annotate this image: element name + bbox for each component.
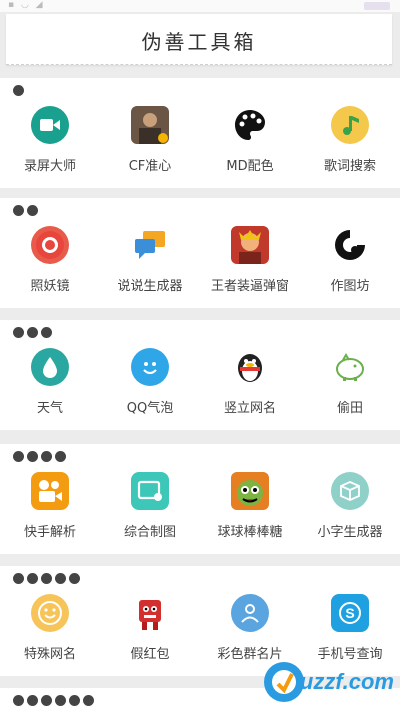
tool-label: MD配色: [226, 159, 274, 174]
skype-icon: S: [331, 594, 369, 632]
logo-text: uzzf.com: [299, 669, 394, 694]
tool-label: 竖立网名: [223, 401, 276, 416]
tool-label: 王者装逼弹窗: [210, 279, 289, 294]
tool-weather[interactable]: 天气: [0, 348, 100, 416]
uzzf-logo-icon: [263, 662, 304, 702]
tool-label: 作图坊: [330, 279, 370, 294]
section-dots: [13, 451, 66, 462]
tool-qq-bubble[interactable]: QQ气泡: [100, 348, 200, 416]
tool-ball-lollipop[interactable]: 球球棒棒糖: [200, 472, 300, 540]
tool-label: 手机号查询: [317, 647, 383, 662]
page-title: 伪善工具箱: [141, 30, 257, 54]
ball-game-icon: [231, 472, 269, 510]
tool-fake-red-packet[interactable]: 假红包: [100, 594, 200, 662]
section-dots: [13, 205, 38, 216]
tool-label: 说说生成器: [117, 279, 183, 294]
app-header: 伪善工具箱: [6, 14, 392, 65]
tool-special-nickname[interactable]: 特殊网名: [0, 594, 100, 662]
tool-composite-drawing[interactable]: 综合制图: [100, 472, 200, 540]
tool-label: 特殊网名: [23, 647, 76, 662]
red-robot-icon: [131, 594, 169, 632]
tool-cf-crosshair[interactable]: CF准心: [100, 106, 200, 174]
king-glory-icon: [231, 226, 269, 264]
tool-status-generator[interactable]: 说说生成器: [100, 226, 200, 294]
section-dots: [13, 573, 80, 584]
video-camera-icon: [31, 106, 69, 144]
tool-label: 照妖镜: [30, 279, 70, 294]
penguin-icon: [231, 348, 269, 386]
section-dots: [13, 327, 52, 338]
tool-lyrics-search[interactable]: 歌词搜索: [300, 106, 400, 174]
tool-label: QQ气泡: [126, 401, 174, 416]
smile-bubble-icon: [131, 348, 169, 386]
chrome-lens-icon: [31, 226, 69, 264]
music-note-icon: [331, 106, 369, 144]
svg-text:S: S: [345, 605, 354, 621]
piggy-icon: [331, 348, 369, 386]
status-bar-text: ▪ ◡ ◢: [8, 0, 45, 10]
tool-label: 彩色群名片: [217, 647, 283, 662]
tool-section-3: 天气 QQ气泡 竖立网名 偷田: [0, 320, 400, 430]
tool-screen-recorder[interactable]: 录屏大师: [0, 106, 100, 174]
tool-king-popup[interactable]: 王者装逼弹窗: [200, 226, 300, 294]
tool-label: 歌词搜索: [323, 159, 376, 174]
tool-vertical-nickname[interactable]: 竖立网名: [200, 348, 300, 416]
tool-color-group-card[interactable]: 彩色群名片: [200, 594, 300, 662]
user-card-icon: [231, 594, 269, 632]
palette-icon: [231, 106, 269, 144]
tool-label: 录屏大师: [23, 159, 76, 174]
tool-section-2: 照妖镜 说说生成器 王者装逼弹窗 作图坊: [0, 198, 400, 308]
tool-label: 假红包: [130, 647, 170, 662]
tool-section-5: 特殊网名 假红包 彩色群名片 S 手机号查询: [0, 566, 400, 676]
status-bar: ▪ ◡ ◢: [0, 0, 400, 12]
tool-label: 天气: [36, 401, 63, 416]
cube-icon: [331, 472, 369, 510]
cf-game-icon: [131, 106, 169, 144]
tool-kuaishou-parse[interactable]: 快手解析: [0, 472, 100, 540]
tool-phone-lookup[interactable]: S 手机号查询: [300, 594, 400, 662]
tool-label: CF准心: [128, 159, 172, 174]
tool-drawing-workshop[interactable]: 作图坊: [300, 226, 400, 294]
water-drop-icon: [31, 348, 69, 386]
tool-steal-farm[interactable]: 偷田: [300, 348, 400, 416]
tool-label: 小字生成器: [317, 525, 383, 540]
image-tool-icon: [131, 472, 169, 510]
tool-small-text-generator[interactable]: 小字生成器: [300, 472, 400, 540]
section-dots: [13, 85, 24, 96]
tool-demon-mirror[interactable]: 照妖镜: [0, 226, 100, 294]
tool-label: 快手解析: [23, 525, 76, 540]
tool-md-color[interactable]: MD配色: [200, 106, 300, 174]
tool-label: 综合制图: [123, 525, 176, 540]
tool-label: 球球棒棒糖: [217, 525, 283, 540]
section-dots: [13, 695, 94, 706]
tool-label: 偷田: [336, 401, 363, 416]
watermark-logo: uzzf.com: [263, 662, 394, 702]
tool-section-1: 录屏大师 CF准心 MD配色 歌词搜索: [0, 78, 400, 188]
speech-bubbles-icon: [131, 226, 169, 264]
smiley-icon: [31, 594, 69, 632]
swirl-icon: [331, 226, 369, 264]
tool-section-4: 快手解析 综合制图 球球棒棒糖 小字生成器: [0, 444, 400, 554]
battery-icon: [364, 2, 390, 10]
kuaishou-icon: [31, 472, 69, 510]
